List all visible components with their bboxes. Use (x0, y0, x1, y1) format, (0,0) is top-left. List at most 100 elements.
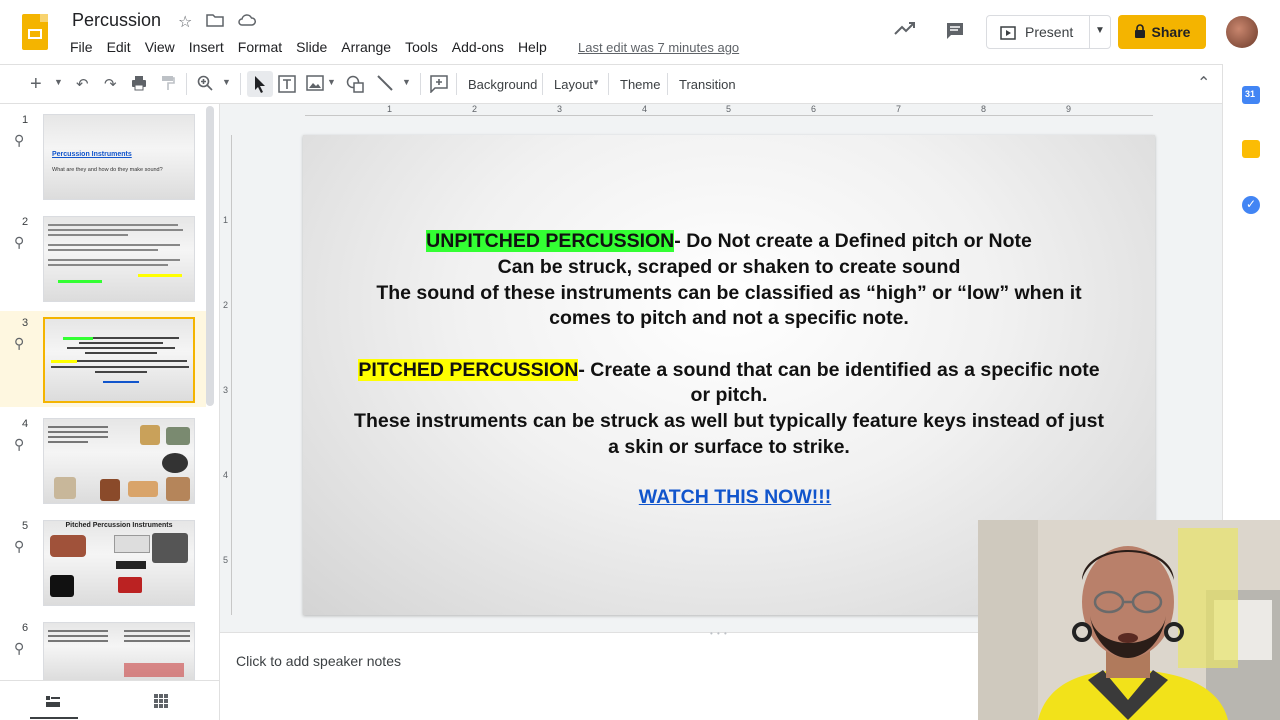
ruler-tick: 2 (472, 104, 478, 114)
slide-thumbnail-4[interactable]: 4 ⚲ (0, 412, 206, 508)
activity-trend-icon[interactable] (894, 20, 916, 41)
collapse-toolbar-icon[interactable]: ⌃ (1197, 73, 1210, 93)
slides-logo-icon[interactable] (22, 14, 48, 50)
slide-line-3[interactable]: The sound of these instruments can be cl… (303, 282, 1155, 305)
menu-tools[interactable]: Tools (405, 39, 445, 55)
move-folder-icon[interactable] (206, 12, 224, 33)
slide-line-7[interactable]: These instruments can be struck as well … (303, 410, 1155, 433)
slide-line-unpitched[interactable]: UNPITCHED PERCUSSION- Do Not create a De… (303, 230, 1155, 253)
slide-thumbnail-1[interactable]: 1 ⚲ Percussion Instruments What are they… (0, 108, 206, 204)
menu-arrange[interactable]: Arrange (341, 39, 398, 55)
slide-line-2[interactable]: Can be struck, scraped or shaken to crea… (303, 256, 1155, 279)
slide-thumbnail-5[interactable]: 5 ⚲ Pitched Percussion Instruments (0, 514, 206, 610)
watch-this-now-link[interactable]: WATCH THIS NOW!!! (639, 486, 831, 508)
menu-bar: File Edit View Insert Format Slide Arran… (70, 39, 561, 55)
undo-icon[interactable]: ↶ (76, 75, 89, 93)
image-dropdown-icon[interactable]: ▼ (327, 77, 336, 87)
ruler-tick: 1 (387, 104, 393, 114)
avatar[interactable] (1226, 16, 1258, 48)
zoom-dropdown-icon[interactable]: ▼ (222, 77, 231, 87)
line-icon[interactable] (377, 75, 393, 95)
share-button[interactable]: Share (1118, 15, 1206, 49)
paint-format-icon[interactable] (161, 75, 175, 95)
app-header: Percussion ☆ File Edit View Insert Forma… (0, 0, 1280, 64)
slide-preview: Percussion Instruments What are they and… (43, 114, 195, 200)
ruler-tick: 6 (811, 104, 817, 114)
cloud-saved-icon[interactable] (238, 12, 256, 33)
menu-slide[interactable]: Slide (296, 39, 334, 55)
pitched-heading: PITCHED PERCUSSION (358, 359, 579, 381)
ruler-tick: 5 (223, 555, 229, 565)
link-icon: ⚲ (14, 640, 25, 656)
slide-number: 5 (22, 520, 29, 532)
background-button[interactable]: Background (468, 77, 537, 92)
new-slide-icon[interactable]: + (30, 73, 42, 96)
presenter-video-image (978, 520, 1280, 720)
comments-icon[interactable] (945, 21, 965, 46)
slide-number: 3 (22, 317, 29, 329)
slide-line-6[interactable]: or pitch. (303, 384, 1155, 407)
calendar-icon[interactable]: 31 (1242, 86, 1260, 104)
transition-button[interactable]: Transition (679, 77, 736, 92)
slide-line-4[interactable]: comes to pitch and not a specific note. (303, 307, 1155, 330)
webcam-overlay (978, 520, 1280, 720)
lock-icon (1134, 23, 1146, 41)
ruler-tick: 8 (981, 104, 987, 114)
menu-format[interactable]: Format (238, 39, 289, 55)
ruler-tick: 4 (642, 104, 648, 114)
slide-number: 1 (22, 114, 29, 126)
select-tool-button[interactable] (247, 71, 273, 97)
unpitched-description: - Do Not create a Defined pitch or Note (674, 230, 1032, 252)
star-icon[interactable]: ☆ (178, 12, 192, 32)
slide-number: 4 (22, 418, 29, 430)
present-button[interactable]: Present ▼ (986, 15, 1111, 49)
slide-thumbnail-2[interactable]: 2 ⚲ (0, 210, 206, 306)
toolbar: + ▼ ↶ ↷ ▼ ▼ ▼ Background Layout ▼ Theme … (0, 64, 1222, 104)
link-icon: ⚲ (14, 436, 25, 452)
unpitched-heading: UNPITCHED PERCUSSION (426, 230, 675, 252)
horizontal-ruler: 1 2 3 4 5 6 7 8 9 (305, 104, 1153, 118)
text-box-icon[interactable] (278, 75, 296, 97)
add-comment-icon[interactable] (430, 75, 448, 97)
redo-icon[interactable]: ↷ (104, 75, 117, 93)
theme-button[interactable]: Theme (620, 77, 660, 92)
ruler-tick: 2 (223, 300, 229, 310)
slide-thumbnail-3[interactable]: 3 ⚲ (0, 311, 206, 407)
new-slide-dropdown-icon[interactable]: ▼ (54, 77, 63, 87)
slide-preview (43, 622, 195, 682)
list-view-icon[interactable] (46, 695, 60, 713)
filmstrip-footer (0, 680, 220, 720)
notes-resize-handle[interactable]: • • • (710, 629, 728, 638)
thumb-title: Percussion Instruments (52, 151, 132, 158)
thumb-title: Pitched Percussion Instruments (65, 522, 173, 529)
menu-addons[interactable]: Add-ons (452, 39, 511, 55)
menu-help[interactable]: Help (518, 39, 554, 55)
speaker-notes-placeholder[interactable]: Click to add speaker notes (236, 653, 401, 669)
layout-button[interactable]: Layout (554, 77, 593, 92)
present-dropdown-icon[interactable]: ▼ (1095, 25, 1105, 36)
last-edit-link[interactable]: Last edit was 7 minutes ago (578, 40, 739, 55)
slide-number: 2 (22, 216, 29, 228)
line-dropdown-icon[interactable]: ▼ (402, 77, 411, 87)
filmstrip-scrollbar[interactable] (206, 106, 214, 406)
slide-filmstrip: 1 ⚲ Percussion Instruments What are they… (0, 104, 220, 682)
layout-dropdown-icon[interactable]: ▼ (592, 78, 600, 87)
keep-icon[interactable] (1242, 140, 1260, 158)
print-icon[interactable] (131, 75, 147, 95)
menu-edit[interactable]: Edit (107, 39, 138, 55)
slide-line-pitched[interactable]: PITCHED PERCUSSION- Create a sound that … (303, 359, 1155, 382)
cursor-icon (254, 75, 266, 98)
menu-view[interactable]: View (145, 39, 182, 55)
zoom-icon[interactable] (197, 75, 213, 95)
shape-icon[interactable] (346, 75, 364, 97)
slide-preview: Pitched Percussion Instruments (43, 520, 195, 606)
menu-file[interactable]: File (70, 39, 100, 55)
vertical-ruler: 1 2 3 4 5 (220, 135, 234, 615)
image-icon[interactable] (306, 75, 324, 95)
pitched-description: - Create a sound that can be identified … (578, 359, 1100, 381)
grid-view-icon[interactable] (154, 694, 168, 713)
slide-line-8[interactable]: a skin or surface to strike. (303, 436, 1155, 459)
tasks-icon[interactable]: ✓ (1242, 196, 1260, 214)
document-title[interactable]: Percussion (72, 10, 161, 31)
menu-insert[interactable]: Insert (189, 39, 231, 55)
